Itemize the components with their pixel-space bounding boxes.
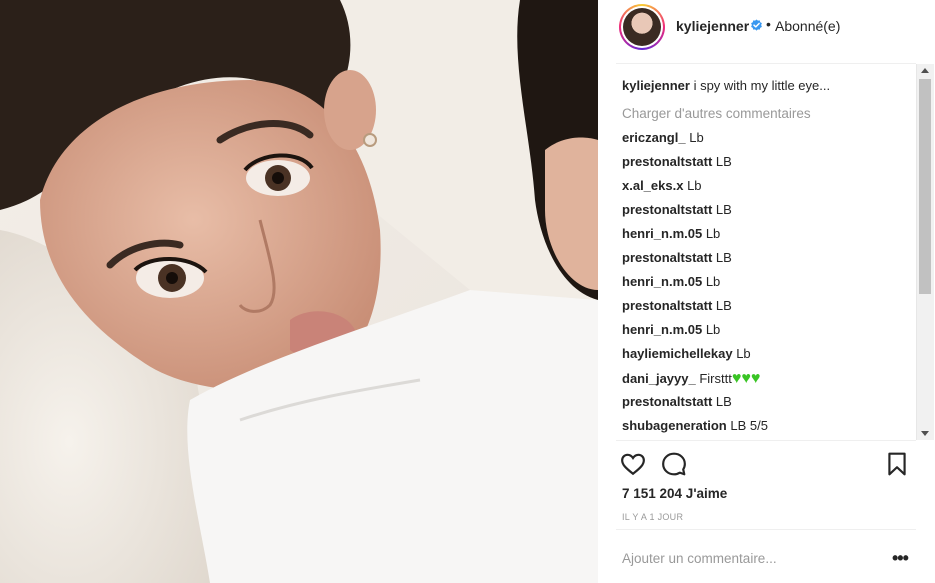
post-timestamp[interactable]: IL Y A 1 JOUR: [622, 512, 683, 522]
comment-row: dani_jayyy_ Firsttt♥♥♥: [622, 370, 760, 388]
scroll-down-arrow-icon[interactable]: [921, 431, 929, 436]
comment-text: LB: [715, 250, 732, 265]
comment-text: LB: [715, 154, 732, 169]
comment-username[interactable]: prestonaltstatt: [622, 298, 712, 313]
post-caption: kyliejenner i spy with my little eye...: [622, 78, 830, 93]
likes-count[interactable]: 7 151 204 J'aime: [622, 486, 727, 501]
post-image: [0, 0, 598, 583]
comments-divider: [616, 440, 916, 441]
comment-text: LB 5/5: [730, 418, 768, 433]
load-more-comments-link[interactable]: Charger d'autres commentaires: [622, 106, 811, 121]
post-actions: [598, 442, 935, 482]
more-options-icon[interactable]: •••: [892, 548, 909, 569]
comment-username[interactable]: prestonaltstatt: [622, 250, 712, 265]
comment-username[interactable]: x.al_eks.x: [622, 178, 683, 193]
scrollbar-thumb[interactable]: [919, 79, 931, 294]
header-separator: •: [766, 16, 771, 32]
comment-row: x.al_eks.x Lb: [622, 178, 702, 193]
add-comment-input[interactable]: Ajouter un commentaire...: [622, 551, 777, 566]
comment-text: LB: [715, 298, 732, 313]
comment-row: prestonaltstatt LB: [622, 154, 732, 169]
comment-row: prestonaltstatt LB: [622, 202, 732, 217]
comment-row: hayliemichellekay Lb: [622, 346, 751, 361]
comment-text: LB: [715, 394, 732, 409]
post-photo[interactable]: [0, 0, 598, 583]
comment-text: Lb: [736, 346, 751, 361]
comment-row: henri_n.m.05 Lb: [622, 226, 720, 241]
bookmark-icon[interactable]: [884, 451, 910, 477]
comment-row: ericzangl_ Lb: [622, 130, 704, 145]
post-side-panel: kyliejenner • Abonné(e) kyliejenner i sp…: [598, 0, 935, 583]
comment-username[interactable]: ericzangl_: [622, 130, 686, 145]
footer-divider: [616, 529, 916, 530]
caption-text: i spy with my little eye...: [693, 78, 831, 93]
comment-row: shubageneration LB 5/5: [622, 418, 768, 433]
avatar[interactable]: [619, 4, 665, 50]
comment-text: Lb: [705, 226, 721, 241]
comment-text: LB: [715, 202, 732, 217]
comment-row: prestonaltstatt LB: [622, 394, 732, 409]
header-divider: [616, 63, 916, 64]
comment-text: Lb: [705, 274, 721, 289]
comment-row: prestonaltstatt LB: [622, 250, 732, 265]
post-header: kyliejenner • Abonné(e): [598, 0, 935, 62]
comment-username[interactable]: prestonaltstatt: [622, 202, 712, 217]
verified-badge-icon: [751, 19, 762, 31]
comment-row: henri_n.m.05 Lb: [622, 274, 720, 289]
comment-text: Lb: [689, 130, 704, 145]
comment-text: Lb: [687, 178, 702, 193]
comment-username[interactable]: prestonaltstatt: [622, 394, 712, 409]
comment-username[interactable]: henri_n.m.05: [622, 322, 702, 337]
comments-scrollbar[interactable]: [916, 64, 934, 440]
comments-list: kyliejenner i spy with my little eye... …: [598, 66, 917, 440]
comment-username[interactable]: prestonaltstatt: [622, 154, 712, 169]
comment-row: prestonaltstatt LB: [622, 298, 732, 313]
heart-icon[interactable]: [620, 451, 646, 477]
follow-status-button[interactable]: Abonné(e): [775, 18, 840, 34]
comment-username[interactable]: dani_jayyy_: [622, 371, 696, 386]
header-username[interactable]: kyliejenner: [676, 18, 749, 34]
comment-username[interactable]: henri_n.m.05: [622, 226, 702, 241]
comment-username[interactable]: shubageneration: [622, 418, 727, 433]
caption-username[interactable]: kyliejenner: [622, 78, 690, 93]
comment-row: henri_n.m.05 Lb: [622, 322, 720, 337]
comment-username[interactable]: hayliemichellekay: [622, 346, 733, 361]
scroll-up-arrow-icon[interactable]: [921, 68, 929, 73]
comment-text: Firsttt♥♥♥: [699, 370, 761, 387]
comment-text: Lb: [705, 322, 721, 337]
comment-username[interactable]: henri_n.m.05: [622, 274, 702, 289]
comment-bubble-icon[interactable]: [661, 451, 687, 477]
